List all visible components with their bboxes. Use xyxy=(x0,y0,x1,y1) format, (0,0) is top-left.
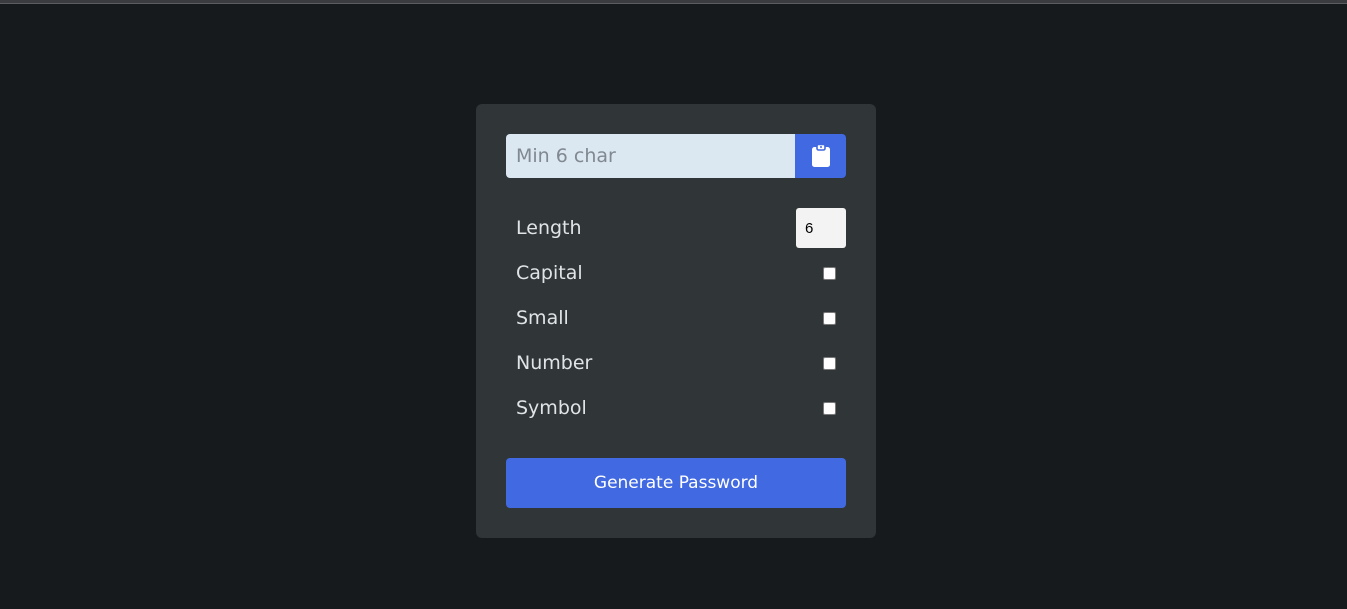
option-number: Number xyxy=(506,343,846,388)
length-input[interactable] xyxy=(796,208,846,248)
options-list: Length Capital Small Number Symbol xyxy=(506,208,846,433)
option-length: Length xyxy=(506,208,846,248)
capital-label: Capital xyxy=(516,262,583,284)
copy-button[interactable] xyxy=(795,134,846,178)
password-output-field[interactable] xyxy=(506,134,795,178)
capital-checkbox[interactable] xyxy=(823,267,836,280)
small-checkbox[interactable] xyxy=(823,312,836,325)
window-top-border xyxy=(0,0,1347,4)
length-label: Length xyxy=(516,217,582,239)
option-symbol: Symbol xyxy=(506,388,846,433)
password-generator-card: Length Capital Small Number Symbol Gener… xyxy=(476,104,876,538)
clipboard-icon xyxy=(811,144,830,167)
option-small: Small xyxy=(506,298,846,343)
number-checkbox[interactable] xyxy=(823,357,836,370)
option-capital: Capital xyxy=(506,253,846,298)
generate-password-button[interactable]: Generate Password xyxy=(506,458,846,508)
number-label: Number xyxy=(516,352,593,374)
small-label: Small xyxy=(516,307,569,329)
password-output-row xyxy=(506,134,846,178)
symbol-checkbox[interactable] xyxy=(823,402,836,415)
symbol-label: Symbol xyxy=(516,397,587,419)
